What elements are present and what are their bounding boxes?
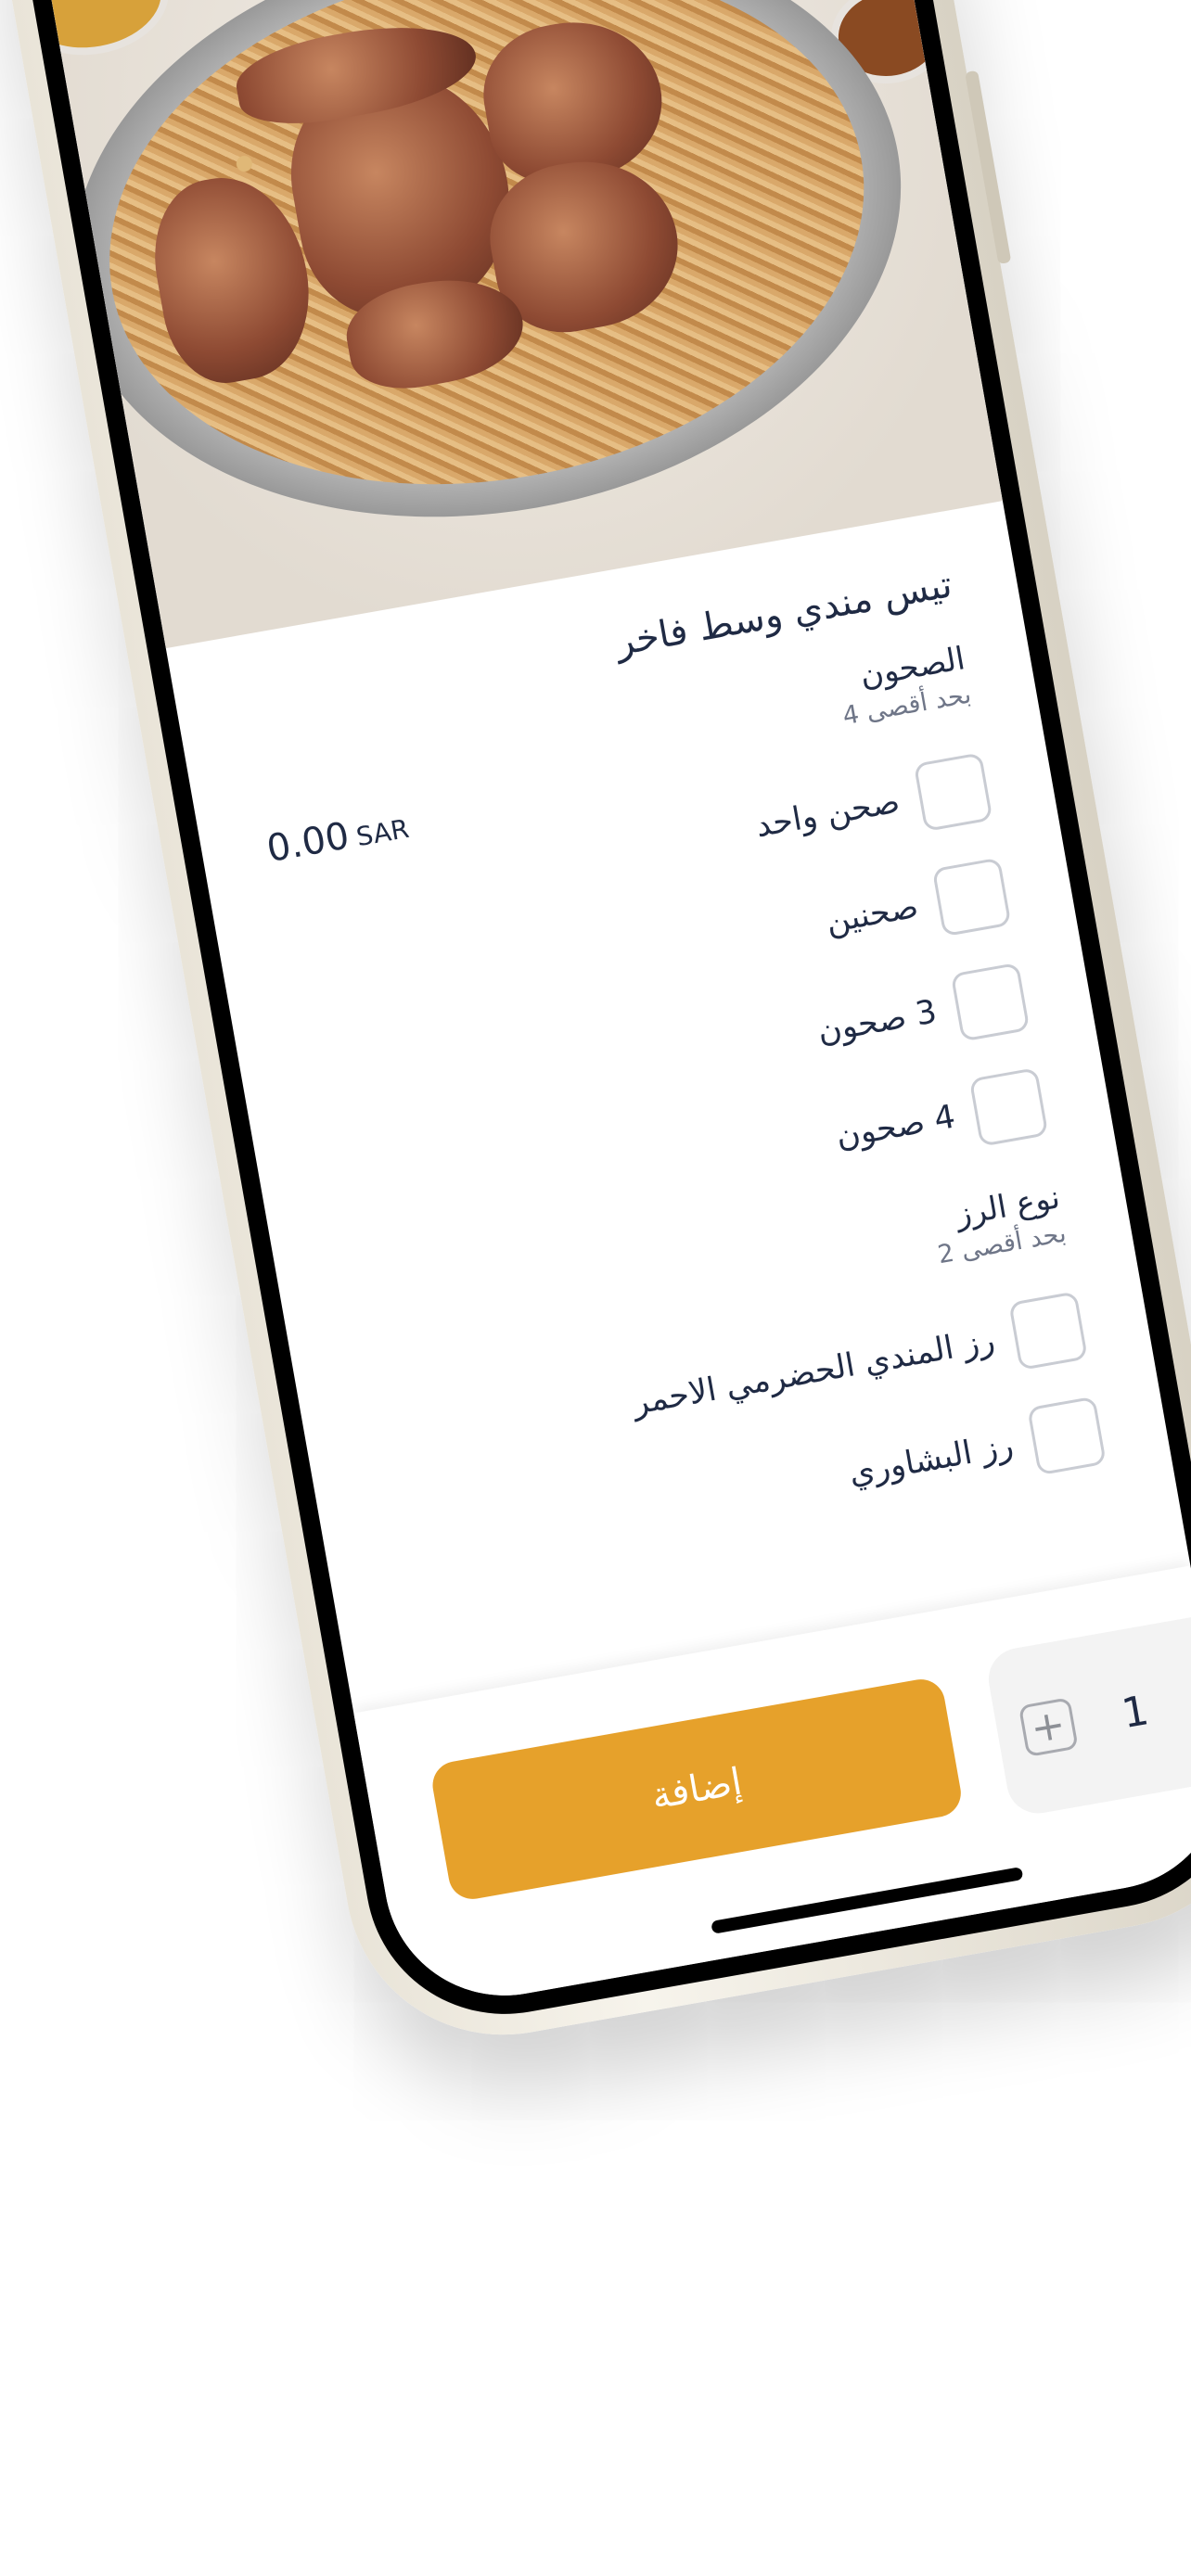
option-checkbox[interactable] bbox=[1008, 1291, 1088, 1371]
option-checkbox[interactable] bbox=[931, 857, 1012, 937]
product-image bbox=[33, 0, 1003, 649]
option-label: رز المندي الحضرمي الاحمر bbox=[629, 1321, 998, 1422]
option-label: 4 صحون bbox=[833, 1098, 958, 1156]
quantity-stepper: + 1 − bbox=[983, 1605, 1191, 1818]
option-checkbox[interactable] bbox=[1027, 1396, 1107, 1476]
option-label: 3 صحون bbox=[814, 993, 940, 1052]
price-currency: SAR bbox=[353, 812, 412, 853]
home-indicator bbox=[711, 1867, 1024, 1934]
bottom-action-bar: إضافة + 1 − bbox=[353, 1565, 1191, 2015]
price: 0.00SAR bbox=[263, 804, 412, 871]
add-to-cart-button[interactable]: إضافة bbox=[429, 1676, 965, 1903]
option-checkbox[interactable] bbox=[968, 1067, 1049, 1147]
phone-bezel: تيس مندي وسط فاخر 0.00SAR الصحون بحد أقص… bbox=[0, 0, 1191, 2036]
soup-bowl bbox=[33, 0, 178, 67]
option-label: صحنين bbox=[823, 887, 921, 941]
phone-device: تيس مندي وسط فاخر 0.00SAR الصحون بحد أقص… bbox=[0, 0, 1191, 2060]
plus-icon[interactable]: + bbox=[1018, 1697, 1079, 1758]
price-value: 0.00 bbox=[263, 814, 352, 872]
quantity-value: 1 bbox=[1118, 1686, 1153, 1738]
option-label: رز البشاوري bbox=[846, 1426, 1017, 1493]
phone-screen: تيس مندي وسط فاخر 0.00SAR الصحون بحد أقص… bbox=[7, 0, 1191, 2015]
option-checkbox[interactable] bbox=[950, 962, 1031, 1042]
option-checkbox[interactable] bbox=[913, 752, 993, 833]
option-label: صحن واحد bbox=[752, 783, 903, 846]
